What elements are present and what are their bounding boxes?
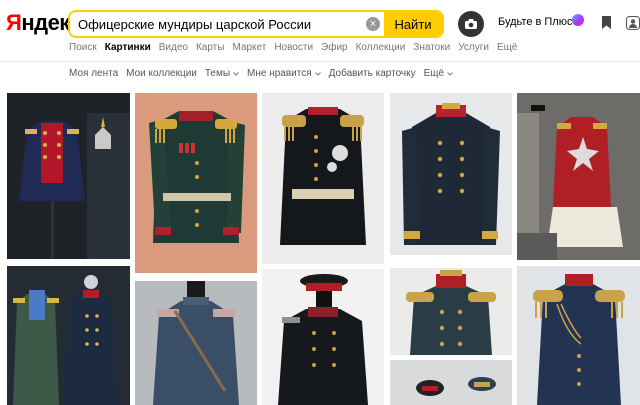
header: Яндекс × Найти Будьте в Плюсе Поиск Карт… xyxy=(0,0,640,62)
search-input[interactable] xyxy=(70,12,362,36)
header-divider xyxy=(0,61,640,62)
tab-news[interactable]: Новости xyxy=(274,42,313,53)
clear-icon[interactable]: × xyxy=(362,12,384,36)
logo-first-letter: Я xyxy=(6,10,22,35)
tab-services[interactable]: Услуги xyxy=(458,42,489,53)
subnav-my-collections[interactable]: Мои коллекции xyxy=(126,68,197,79)
tab-efir[interactable]: Эфир xyxy=(321,42,348,53)
subnav-likes[interactable]: Мне нравится xyxy=(247,68,321,79)
plus-link[interactable]: Будьте в Плюсе xyxy=(498,16,579,28)
camera-icon[interactable] xyxy=(458,11,484,37)
tab-market[interactable]: Маркет xyxy=(232,42,266,53)
subnav-label: Добавить карточку xyxy=(328,68,416,79)
bookmark-icon[interactable] xyxy=(601,16,612,34)
image-result[interactable] xyxy=(7,93,130,259)
plus-badge-icon xyxy=(572,14,584,26)
tab-video[interactable]: Видео xyxy=(159,42,188,53)
image-result[interactable] xyxy=(517,93,640,260)
tab-images[interactable]: Картинки xyxy=(105,42,151,53)
subnav-more[interactable]: Ещё xyxy=(424,68,453,79)
chevron-down-icon xyxy=(314,71,321,76)
subnav-label: Темы xyxy=(204,68,231,79)
image-result[interactable] xyxy=(390,93,512,255)
subnav-label: Моя лента xyxy=(69,68,119,79)
subnav-label: Мои коллекции xyxy=(126,68,197,79)
tab-collections[interactable]: Коллекции xyxy=(356,42,406,53)
subnav-label: Ещё xyxy=(423,68,445,79)
tab-maps[interactable]: Карты xyxy=(196,42,225,53)
image-result[interactable] xyxy=(135,281,257,405)
image-result[interactable] xyxy=(390,268,512,355)
image-result[interactable] xyxy=(262,93,384,264)
image-result[interactable] xyxy=(262,269,384,405)
service-tabs: Поиск Картинки Видео Карты Маркет Новост… xyxy=(69,42,525,53)
image-result[interactable] xyxy=(7,266,130,405)
search-box: × Найти xyxy=(68,10,444,38)
chevron-down-icon xyxy=(447,71,453,76)
tab-znatoki[interactable]: Знатоки xyxy=(413,42,450,53)
subnav-my-feed[interactable]: Моя лента xyxy=(69,68,118,79)
subnav-themes[interactable]: Темы xyxy=(205,68,239,79)
chevron-down-icon xyxy=(233,71,239,76)
search-button[interactable]: Найти xyxy=(384,12,442,36)
user-icon[interactable] xyxy=(626,16,640,35)
image-result[interactable] xyxy=(135,93,257,273)
tab-more[interactable]: Ещё xyxy=(497,42,517,53)
image-result[interactable] xyxy=(517,266,640,405)
subnav-label: Мне нравится xyxy=(247,68,312,79)
image-result[interactable] xyxy=(390,360,512,405)
collections-subnav: Моя лента Мои коллекции Темы Мне нравитс… xyxy=(69,68,461,79)
tab-search[interactable]: Поиск xyxy=(69,42,97,53)
subnav-add-card[interactable]: Добавить карточку xyxy=(329,68,416,79)
